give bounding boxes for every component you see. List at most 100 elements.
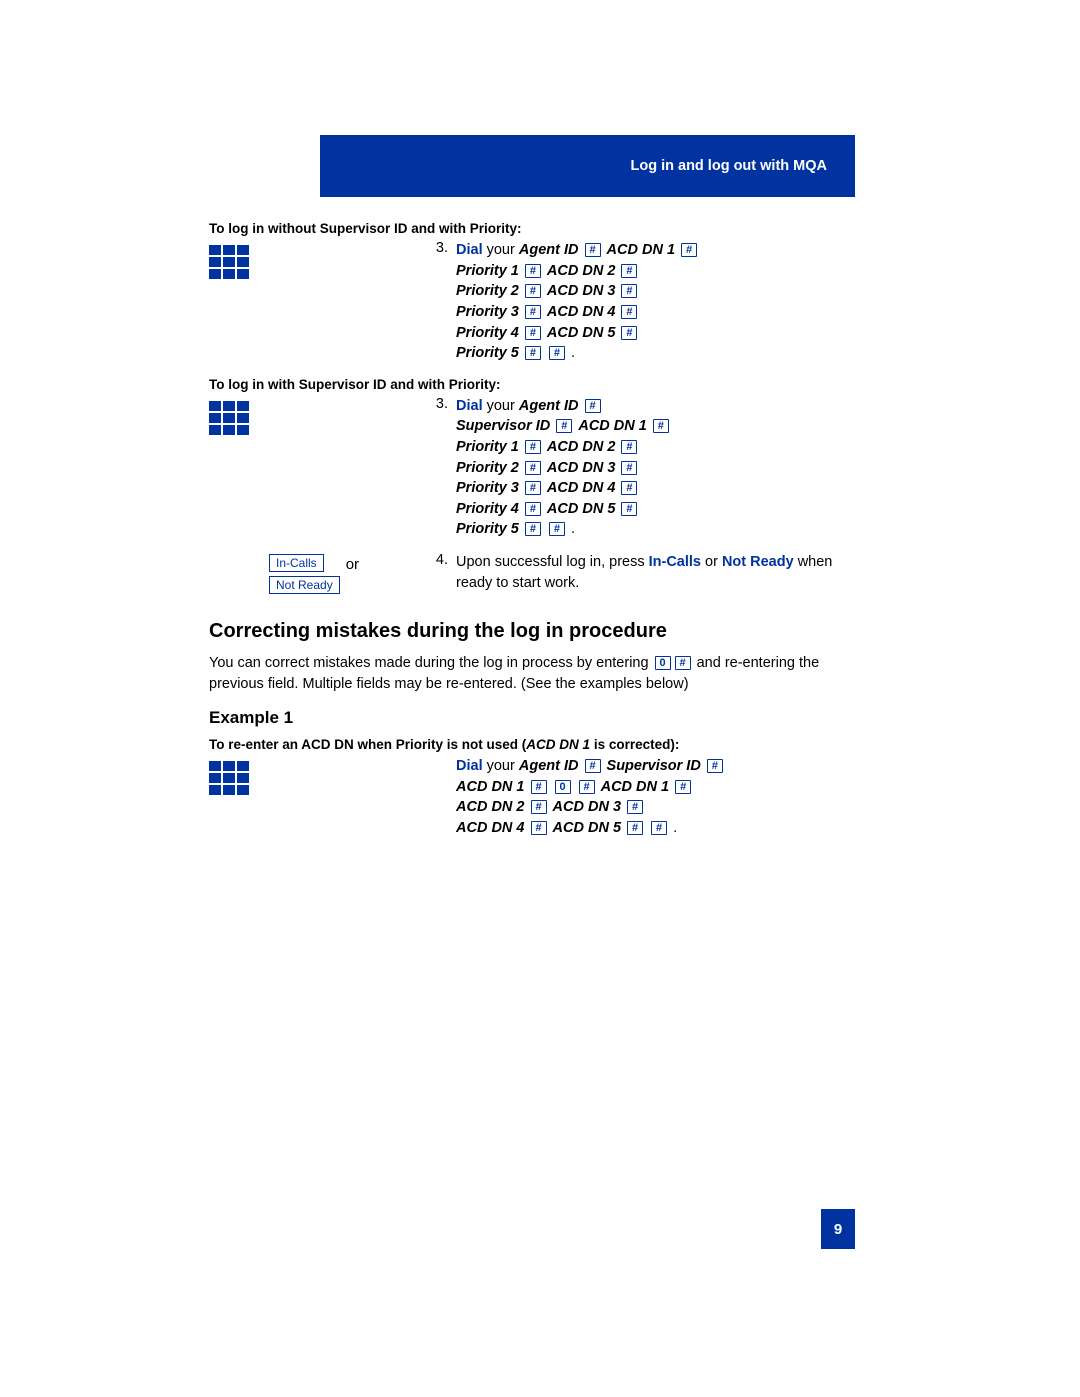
section1-label: To log in without Supervisor ID and with… [209,220,855,238]
your-word: your [483,758,519,774]
hash-key: # [525,326,541,340]
hash-key: # [525,522,541,536]
agent-id: Agent ID [519,398,579,414]
acd-dn-4: ACD DN 4 [547,304,615,320]
example1-leftcol [209,756,424,838]
softkey-stack: In-Calls Not Ready [209,554,340,598]
section1-text: Dial your Agent ID # ACD DN 1 # Priority… [456,240,855,363]
example1-label-pre: To re-enter an ACD DN when Priority is n… [209,737,526,752]
acd-dn-4: ACD DN 4 [547,480,615,496]
hash-key: # [621,502,637,516]
hash-key: # [556,419,572,433]
example1-label: To re-enter an ACD DN when Priority is n… [209,736,855,754]
page: Log in and log out with MQA To log in wi… [0,0,1080,1397]
priority-5: Priority 5 [456,345,519,361]
hash-key: # [525,305,541,319]
step-number: 4. [424,552,456,598]
dial-word: Dial [456,398,483,414]
hash-key: # [531,800,547,814]
dial-word: Dial [456,758,483,774]
hash-key: # [579,780,595,794]
section1-leftcol [209,240,424,363]
acd-dn-5: ACD DN 5 [547,325,615,341]
step-number: 3. [424,396,456,540]
hash-key: # [627,821,643,835]
hash-key: # [585,243,601,257]
page-number-tab: 9 [821,1209,855,1249]
in-calls-keyword: In-Calls [649,554,701,570]
step-number: 3. [424,240,456,363]
step4-text: Upon successful log in, press In-Calls o… [456,552,855,598]
agent-id: Agent ID [519,758,579,774]
dial-word: Dial [456,242,483,258]
acd-dn-1: ACD DN 1 [456,779,524,795]
example1-heading: Example 1 [209,708,855,728]
section1-row: 3. Dial your Agent ID # ACD DN 1 # Prior… [209,240,855,363]
page-number: 9 [834,1221,842,1238]
example1-label-end: is corrected): [590,737,679,752]
supervisor-id: Supervisor ID [607,758,701,774]
hash-key: # [531,780,547,794]
step4-row: In-Calls Not Ready or 4. Upon successful… [209,552,855,598]
section2-row: 3. Dial your Agent ID # Supervisor ID # … [209,396,855,540]
correct-body-pre: You can correct mistakes made during the… [209,655,653,671]
priority-2: Priority 2 [456,460,519,476]
priority-1: Priority 1 [456,439,519,455]
or-text: or [346,554,359,573]
priority-1: Priority 1 [456,263,519,279]
acd-dn-5: ACD DN 5 [547,501,615,517]
your-word: your [483,398,519,414]
supervisor-id: Supervisor ID [456,418,550,434]
hash-key: # [549,522,565,536]
hash-key: # [621,264,637,278]
acd-dn-4: ACD DN 4 [456,820,524,836]
not-ready-keyword: Not Ready [722,554,794,570]
hash-key: # [707,759,723,773]
priority-5: Priority 5 [456,521,519,537]
acd-dn-2: ACD DN 2 [547,263,615,279]
acd-dn-5: ACD DN 5 [553,820,621,836]
section2-text: Dial your Agent ID # Supervisor ID # ACD… [456,396,855,540]
hash-key: # [651,821,667,835]
priority-2: Priority 2 [456,283,519,299]
example1-row: Dial your Agent ID # Supervisor ID # ACD… [209,756,855,838]
in-calls-softkey: In-Calls [269,554,324,572]
hash-key: # [525,346,541,360]
example1-text: Dial your Agent ID # Supervisor ID # ACD… [456,756,855,838]
hash-key: # [525,284,541,298]
hash-key: # [627,800,643,814]
hash-key: # [681,243,697,257]
acd-dn-3: ACD DN 3 [547,283,615,299]
section2-rightcol: 3. Dial your Agent ID # Supervisor ID # … [424,396,855,540]
hash-key: # [525,502,541,516]
hash-key: # [675,780,691,794]
zero-key: 0 [655,656,671,670]
correcting-heading: Correcting mistakes during the log in pr… [209,620,855,643]
zero-key: 0 [555,780,571,794]
hash-key: # [675,656,691,670]
agent-id: Agent ID [519,242,579,258]
hash-key: # [653,419,669,433]
acd-dn-1: ACD DN 1 [578,418,646,434]
step4-mid: or [701,554,722,570]
hash-key: # [549,346,565,360]
priority-4: Priority 4 [456,501,519,517]
hash-key: # [621,284,637,298]
hash-key: # [531,821,547,835]
step4-pre: Upon successful log in, press [456,554,649,570]
hash-key: # [585,759,601,773]
hash-key: # [525,461,541,475]
priority-4: Priority 4 [456,325,519,341]
hash-key: # [585,399,601,413]
not-ready-softkey: Not Ready [269,576,340,594]
acd-dn-1: ACD DN 1 [607,242,675,258]
content-area: To log in without Supervisor ID and with… [209,220,855,851]
hash-key: # [621,440,637,454]
header-tab: Log in and log out with MQA [320,135,855,197]
hash-key: # [525,440,541,454]
acd-dn-3: ACD DN 3 [553,799,621,815]
acd-dn-2: ACD DN 2 [456,799,524,815]
keypad-icon [209,401,249,435]
hash-key: # [525,264,541,278]
hash-key: # [621,305,637,319]
